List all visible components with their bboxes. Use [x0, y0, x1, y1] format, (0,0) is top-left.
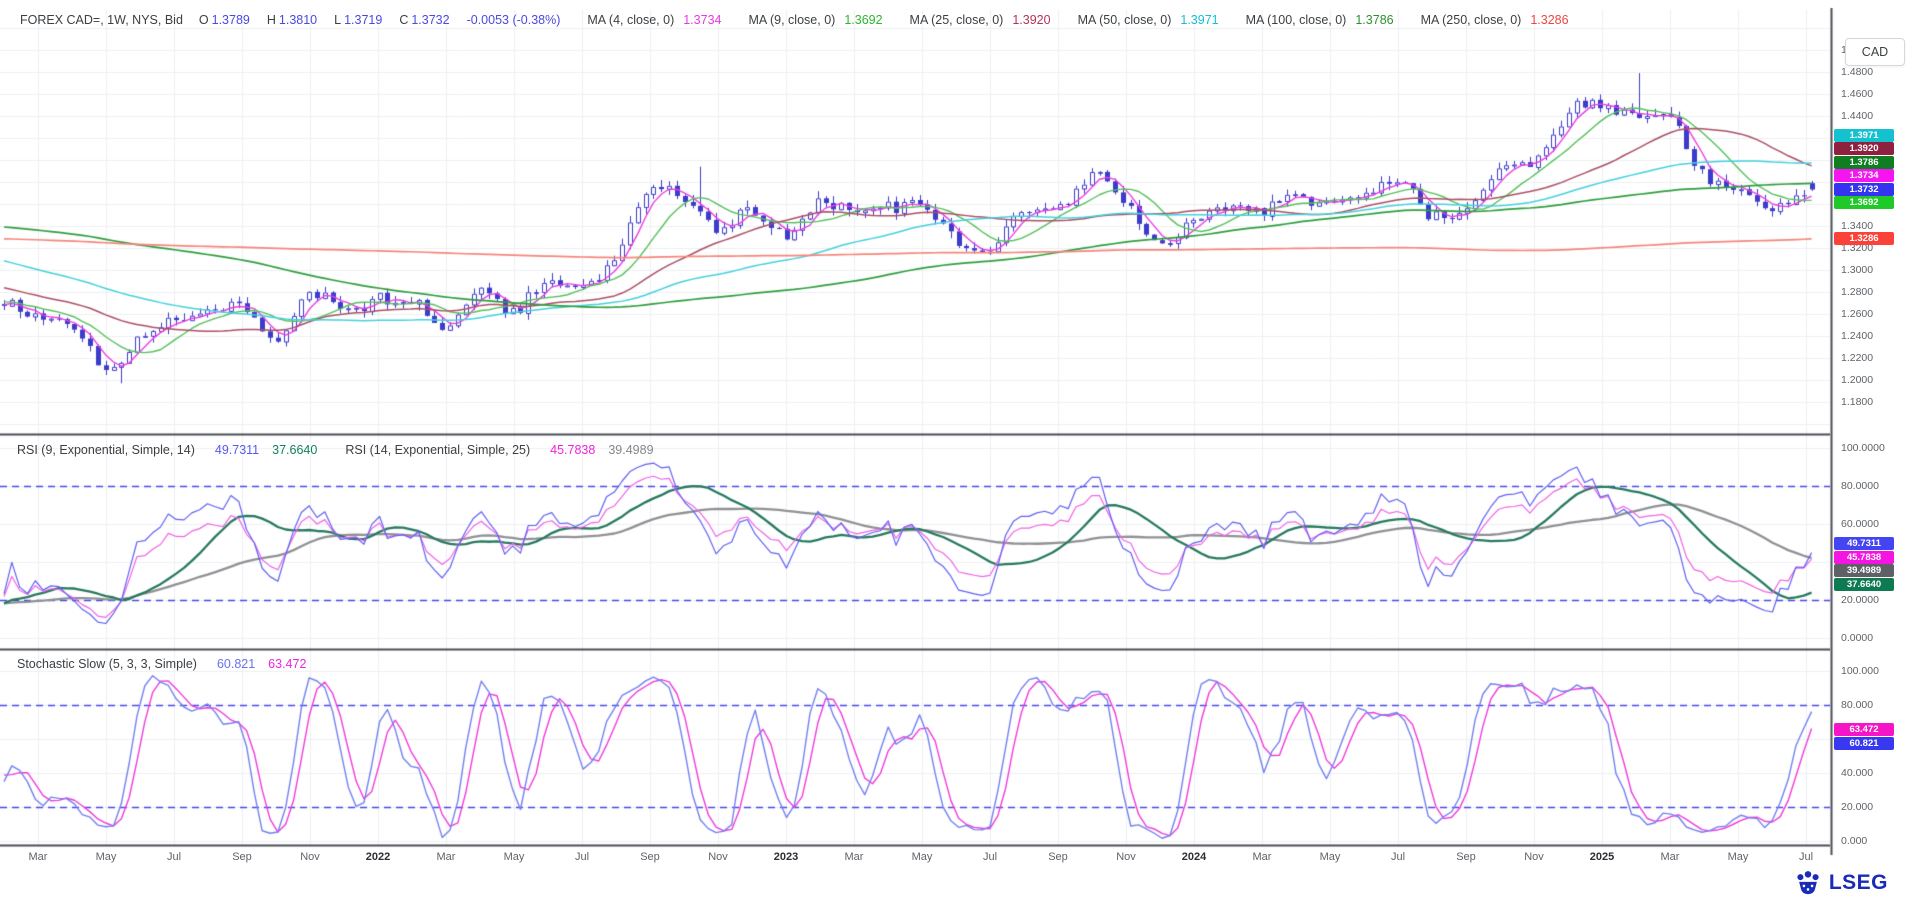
x-axis-label: Nov — [300, 851, 320, 863]
rsi-axis-tick: 20.0000 — [1841, 594, 1879, 606]
x-axis-label: Mar — [845, 851, 864, 863]
x-axis-label: May — [96, 851, 117, 863]
symbol-legend: FOREX CAD=, 1W, NYS, Bid O1.3789 H1.3810… — [20, 13, 1586, 27]
price-axis-tick: 1.1800 — [1841, 396, 1873, 408]
stoch-d-value: 63.472 — [268, 657, 306, 671]
x-axis-label: Jul — [167, 851, 181, 863]
rsi9-signal-value: 37.6640 — [272, 443, 317, 457]
x-axis-label: Nov — [1524, 851, 1544, 863]
rsi14-signal-value: 39.4989 — [608, 443, 653, 457]
x-axis-label: Mar — [1253, 851, 1272, 863]
rsi-legend-title-2: RSI (14, Exponential, Simple, 25) — [345, 443, 530, 457]
ma-legend-100: MA (100, close, 0)1.3786 — [1246, 13, 1394, 27]
price-axis-tick: 1.4600 — [1841, 88, 1873, 100]
price-badge: 1.3286 — [1834, 232, 1894, 245]
x-axis-label: Sep — [1456, 851, 1476, 863]
price-badge: 1.3786 — [1834, 156, 1894, 169]
x-axis-label: May — [1728, 851, 1749, 863]
stochastic-legend-title: Stochastic Slow (5, 3, 3, Simple) — [17, 657, 197, 671]
stoch-axis-tick: 80.000 — [1841, 699, 1873, 711]
ma-legend-4: MA (4, close, 0)1.3734 — [587, 13, 721, 27]
currency-axis-button[interactable]: CAD — [1845, 38, 1905, 66]
rsi-legend-title-1: RSI (9, Exponential, Simple, 14) — [17, 443, 195, 457]
rsi-axis-tick: 0.0000 — [1841, 632, 1873, 644]
x-axis-label: May — [912, 851, 933, 863]
price-axis-tick: 1.3400 — [1841, 220, 1873, 232]
rsi-axis-tick: 60.0000 — [1841, 518, 1879, 530]
x-axis-label: Mar — [29, 851, 48, 863]
change-value: -0.0053 (-0.38%) — [467, 13, 561, 27]
price-badge: 1.3920 — [1834, 142, 1894, 155]
stoch-axis-tick: 20.000 — [1841, 801, 1873, 813]
x-axis-label: Mar — [1661, 851, 1680, 863]
rsi-badge: 49.7311 — [1834, 537, 1894, 550]
x-axis-label: Sep — [232, 851, 252, 863]
price-axis-tick: 1.2400 — [1841, 330, 1873, 342]
rsi9-value: 49.7311 — [215, 443, 259, 457]
x-axis-label: Nov — [1116, 851, 1136, 863]
x-axis-label: 2025 — [1590, 851, 1614, 863]
x-axis-label: May — [504, 851, 525, 863]
x-axis-label: 2023 — [774, 851, 798, 863]
price-axis-tick: 1.3000 — [1841, 264, 1873, 276]
rsi-axis-tick: 80.0000 — [1841, 480, 1879, 492]
stoch-axis-tick: 0.000 — [1841, 835, 1867, 847]
price-badge: 1.3692 — [1834, 196, 1894, 209]
stoch-k-value: 60.821 — [217, 657, 255, 671]
ma-legend-250: MA (250, close, 0)1.3286 — [1421, 13, 1569, 27]
symbol-title: FOREX CAD=, 1W, NYS, Bid — [20, 13, 183, 27]
price-axis-tick: 1.2200 — [1841, 352, 1873, 364]
x-axis-label: Jul — [1391, 851, 1405, 863]
price-axis-tick: 1.2600 — [1841, 308, 1873, 320]
x-axis-label: Nov — [708, 851, 728, 863]
rsi14-value: 45.7838 — [550, 443, 595, 457]
rsi-badge: 45.7838 — [1834, 551, 1894, 564]
rsi-badge: 39.4989 — [1834, 564, 1894, 577]
lseg-logo: LSEG — [1794, 869, 1888, 897]
price-axis-tick: 1.2000 — [1841, 374, 1873, 386]
rsi-legend: RSI (9, Exponential, Simple, 14) 49.7311… — [17, 443, 671, 457]
x-axis-label: Sep — [1048, 851, 1068, 863]
price-axis-tick: 1.2800 — [1841, 286, 1873, 298]
x-axis-label: Jul — [983, 851, 997, 863]
price-badge: 1.3732 — [1834, 183, 1894, 196]
ohlc-close: C1.3732 — [399, 13, 449, 27]
ma-legend-50: MA (50, close, 0)1.3971 — [1078, 13, 1219, 27]
stoch-axis-tick: 100.000 — [1841, 665, 1879, 677]
ma-legend-9: MA (9, close, 0)1.3692 — [748, 13, 882, 27]
x-axis-label: 2024 — [1182, 851, 1206, 863]
lseg-logo-text: LSEG — [1829, 871, 1888, 895]
stochastic-legend: Stochastic Slow (5, 3, 3, Simple) 60.821… — [17, 657, 323, 671]
price-badge: 1.3971 — [1834, 129, 1894, 142]
ohlc-low: L1.3719 — [334, 13, 382, 27]
x-axis-label: May — [1320, 851, 1341, 863]
stoch-axis-tick: 40.000 — [1841, 767, 1873, 779]
rsi-badge: 37.6640 — [1834, 578, 1894, 591]
x-axis-label: Mar — [437, 851, 456, 863]
price-badge: 1.3734 — [1834, 169, 1894, 182]
price-axis-tick: 1.4400 — [1841, 110, 1873, 122]
ohlc-open: O1.3789 — [199, 13, 250, 27]
x-axis-label: 2022 — [366, 851, 390, 863]
price-axis-tick: 1.4800 — [1841, 66, 1873, 78]
x-axis-label: Jul — [1799, 851, 1813, 863]
rsi-axis-tick: 100.0000 — [1841, 442, 1885, 454]
ma-legend-25: MA (25, close, 0)1.3920 — [910, 13, 1051, 27]
x-axis-label: Jul — [575, 851, 589, 863]
stoch-badge: 60.821 — [1834, 737, 1894, 750]
chart-window: FOREX CAD=, 1W, NYS, Bid O1.3789 H1.3810… — [0, 0, 1916, 905]
x-axis-label: Sep — [640, 851, 660, 863]
stoch-badge: 63.472 — [1834, 723, 1894, 736]
ohlc-high: H1.3810 — [267, 13, 317, 27]
lseg-crest-icon — [1794, 869, 1822, 897]
